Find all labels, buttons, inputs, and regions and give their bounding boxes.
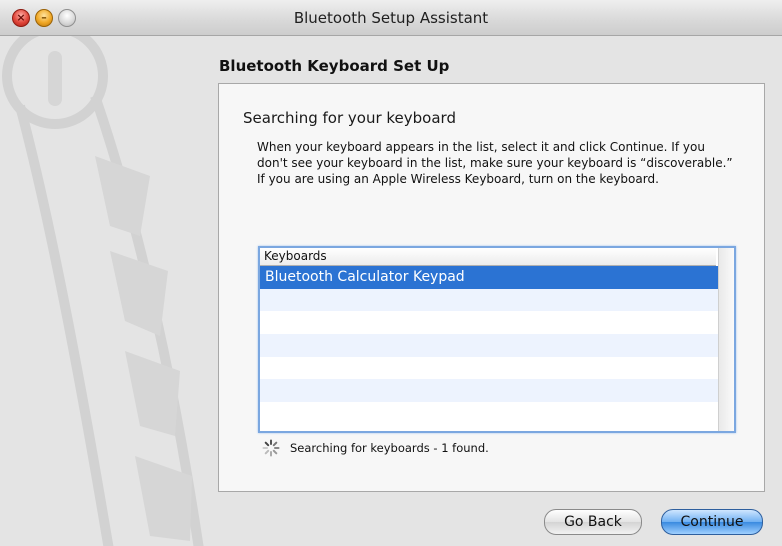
go-back-button[interactable]: Go Back xyxy=(544,509,642,535)
list-item-empty xyxy=(260,334,718,357)
window-title: Bluetooth Setup Assistant xyxy=(293,9,489,27)
progress-spinner-icon xyxy=(262,439,280,457)
keyboards-list[interactable]: Keyboards Bluetooth Calculator Keypad xyxy=(258,246,736,433)
list-item-empty xyxy=(260,357,718,380)
keyboards-column-header[interactable]: Keyboards xyxy=(260,248,716,266)
search-status: Searching for keyboards - 1 found. xyxy=(262,439,489,457)
status-text: Searching for keyboards - 1 found. xyxy=(290,441,489,455)
list-item-empty xyxy=(260,311,718,334)
page-heading: Bluetooth Keyboard Set Up xyxy=(219,57,450,75)
list-item-empty xyxy=(260,288,718,312)
content-panel: Searching for your keyboard When your ke… xyxy=(218,83,765,492)
list-scrollbar[interactable] xyxy=(718,248,734,431)
setup-assistant-window: × – Bluetooth Setup Assistant Bluetooth … xyxy=(0,0,782,546)
keyboard-key-artwork-icon xyxy=(2,36,204,546)
instructions-text: When your keyboard appears in the list, … xyxy=(257,140,733,186)
title-bar[interactable]: × – Bluetooth Setup Assistant xyxy=(0,0,782,36)
list-item[interactable]: Bluetooth Calculator Keypad xyxy=(260,266,718,289)
continue-button[interactable]: Continue xyxy=(661,509,763,535)
list-item-empty xyxy=(260,379,718,403)
keyboards-rows: Bluetooth Calculator Keypad xyxy=(260,266,718,431)
section-title: Searching for your keyboard xyxy=(243,109,456,127)
list-item-empty xyxy=(260,402,718,425)
